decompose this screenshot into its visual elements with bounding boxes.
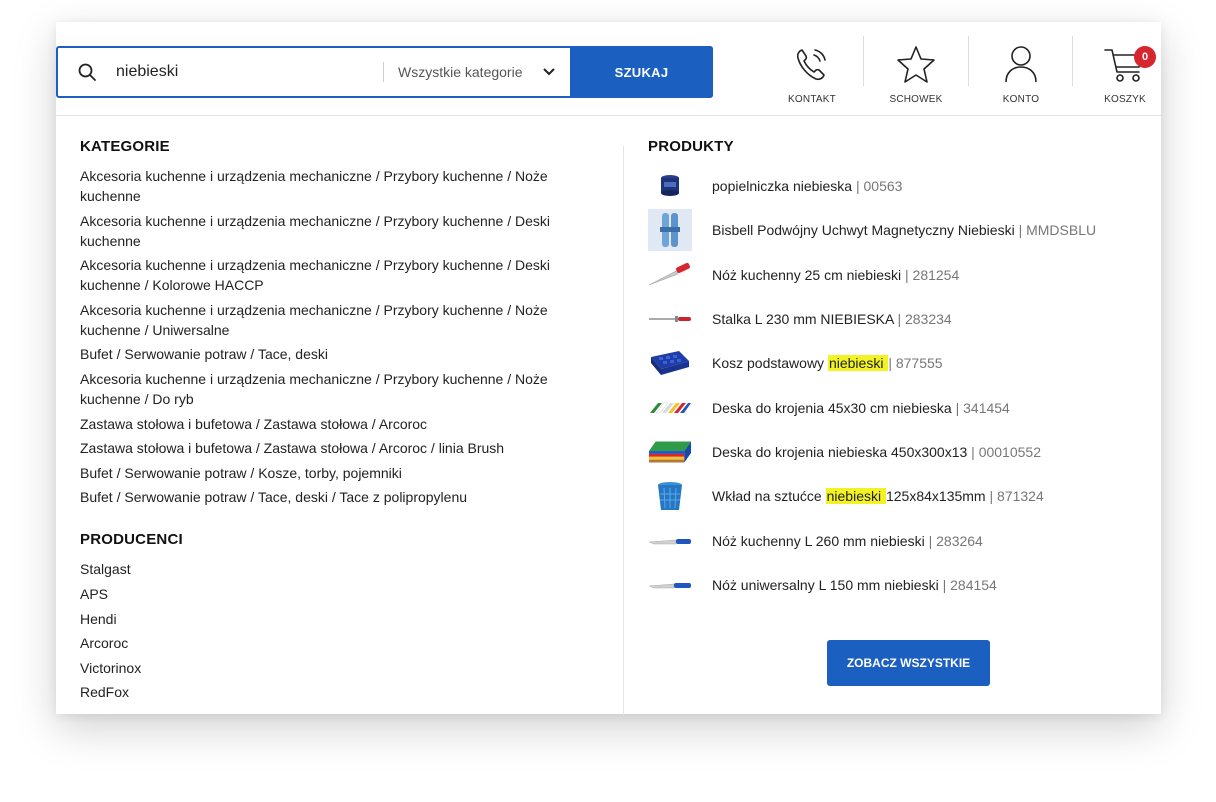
product-item[interactable]: Nóż kuchenny L 260 mm niebieski | 283264 [648, 518, 1148, 562]
category-link[interactable]: Bufet / Serwowanie potraw / Tace, deski … [80, 487, 600, 507]
search-highlight: niebieski [827, 355, 889, 372]
product-item[interactable]: Deska do krojenia niebieska 450x300x13 |… [648, 430, 1148, 474]
product-item[interactable]: Stalka L 230 mm NIEBIESKA | 283234 [648, 297, 1148, 341]
product-item[interactable]: Bisbell Podwójny Uchwyt Magnetyczny Nieb… [648, 208, 1148, 252]
cart-link[interactable]: 0 KOSZYK [1080, 36, 1170, 110]
product-name: Nóż kuchenny L 260 mm niebieski | 283264 [712, 532, 983, 549]
product-code: | 283234 [897, 311, 952, 328]
producer-link[interactable]: Arcoroc [80, 633, 600, 653]
ashtray-icon [648, 168, 692, 204]
product-name: Nóż uniwersalny L 150 mm niebieski | 284… [712, 576, 997, 593]
account-label: KONTO [1002, 94, 1040, 105]
category-link[interactable]: Akcesoria kuchenne i urządzenia mechanic… [80, 369, 600, 409]
product-item[interactable]: Nóż uniwersalny L 150 mm niebieski | 284… [648, 563, 1148, 607]
cutting-board-stack-icon [648, 434, 692, 470]
category-select[interactable]: Wszystkie kategorie [384, 48, 570, 96]
category-link[interactable]: Akcesoria kuchenne i urządzenia mechanic… [80, 166, 600, 206]
cutlery-holder-icon [648, 478, 692, 514]
wishlist-link[interactable]: SCHOWEK [871, 36, 961, 110]
producer-link[interactable]: Stalgast [80, 559, 600, 579]
wishlist-label: SCHOWEK [889, 94, 943, 105]
suggestions-left-column: KATEGORIE Akcesoria kuchenne i urządzeni… [80, 138, 600, 707]
category-link[interactable]: Akcesoria kuchenne i urządzenia mechanic… [80, 300, 600, 340]
producers-heading: PRODUCENCI [80, 531, 183, 549]
producers-list: Stalgast APS Hendi Arcoroc Victorinox Re… [80, 559, 600, 702]
category-link[interactable]: Bufet / Serwowanie potraw / Tace, deski [80, 344, 600, 364]
search-highlight: niebieski [825, 488, 886, 505]
contact-link[interactable]: KONTAKT [767, 36, 857, 110]
product-code: | 00563 [855, 178, 903, 195]
search-button[interactable]: SZUKAJ [570, 46, 713, 98]
header-divider [968, 36, 969, 86]
categories-heading: KATEGORIE [80, 138, 170, 155]
producer-link[interactable]: RedFox [80, 682, 600, 702]
product-code: | MMDSBLU [1018, 222, 1097, 239]
cutting-boards-icon [648, 390, 692, 426]
category-link[interactable]: Bufet / Serwowanie potraw / Kosze, torby… [80, 463, 600, 483]
product-name: Deska do krojenia 45x30 cm niebieska | 3… [712, 399, 1010, 416]
product-item[interactable]: Wkład na sztućce niebieski 125x84x135mm … [648, 474, 1148, 518]
product-code: | 00010552 [971, 443, 1041, 460]
category-link[interactable]: Zastawa stołowa i bufetowa / Zastawa sto… [80, 414, 600, 434]
product-name: Kosz podstawowy niebieski | 877555 [712, 355, 943, 372]
product-item[interactable]: Nóż kuchenny 25 cm niebieski | 281254 [648, 253, 1148, 297]
category-link[interactable]: Zastawa stołowa i bufetowa / Zastawa sto… [80, 438, 600, 458]
knife-icon [648, 523, 692, 559]
page-frame: Wszystkie kategorie SZUKAJ KONTAKT SCHOW… [56, 22, 1161, 715]
product-name: Nóż kuchenny 25 cm niebieski | 281254 [712, 266, 960, 283]
category-select-label: Wszystkie kategorie [398, 64, 523, 80]
knife-icon [648, 257, 692, 293]
product-name: Stalka L 230 mm NIEBIESKA | 283234 [712, 311, 952, 328]
phone-icon [767, 36, 857, 84]
header-divider [1072, 36, 1073, 86]
product-name: Wkład na sztućce niebieski 125x84x135mm … [712, 488, 1044, 505]
product-code: | 283264 [928, 532, 983, 549]
knife-icon [648, 567, 692, 603]
product-item[interactable]: Deska do krojenia 45x30 cm niebieska | 3… [648, 385, 1148, 429]
product-code: | 871324 [989, 488, 1044, 505]
suggestions-right-column: PRODUKTY popielniczka niebieska | 00563 … [648, 138, 1148, 686]
product-code: | 284154 [942, 576, 997, 593]
products-heading: PRODUKTY [648, 138, 734, 155]
search-input[interactable] [116, 54, 383, 90]
category-link[interactable]: Akcesoria kuchenne i urządzenia mechanic… [80, 211, 600, 251]
product-name: Bisbell Podwójny Uchwyt Magnetyczny Nieb… [712, 222, 1097, 239]
cart-label: KOSZYK [1104, 94, 1146, 105]
product-item[interactable]: Kosz podstawowy niebieski | 877555 [648, 341, 1148, 385]
search-bar: Wszystkie kategorie SZUKAJ [56, 46, 713, 98]
see-all-button[interactable]: ZOBACZ WSZYSTKIE [827, 640, 990, 686]
account-link[interactable]: KONTO [976, 36, 1066, 110]
search-suggestions-dropdown: KATEGORIE Akcesoria kuchenne i urządzeni… [56, 115, 1161, 715]
star-icon [871, 36, 961, 84]
sharpening-steel-icon [648, 301, 692, 337]
categories-list: Akcesoria kuchenne i urządzenia mechanic… [80, 166, 600, 507]
search-icon[interactable] [58, 48, 116, 96]
cart-count-badge: 0 [1134, 46, 1156, 68]
basket-icon [648, 345, 692, 381]
producer-link[interactable]: Hendi [80, 609, 600, 629]
producer-link[interactable]: APS [80, 584, 600, 604]
product-code: | 877555 [888, 355, 943, 372]
producer-link[interactable]: Victorinox [80, 658, 600, 678]
chevron-down-icon [542, 64, 556, 80]
contact-label: KONTAKT [788, 94, 836, 105]
product-code: | 341454 [955, 399, 1010, 416]
product-item[interactable]: popielniczka niebieska | 00563 [648, 164, 1148, 208]
user-icon [976, 36, 1066, 84]
column-divider [623, 146, 624, 715]
category-link[interactable]: Akcesoria kuchenne i urządzenia mechanic… [80, 255, 600, 295]
header-divider [863, 36, 864, 86]
product-code: | 281254 [905, 266, 960, 283]
cart-icon [1080, 36, 1170, 84]
product-name: Deska do krojenia niebieska 450x300x13 |… [712, 443, 1041, 460]
product-name: popielniczka niebieska | 00563 [712, 178, 903, 195]
products-list: popielniczka niebieska | 00563 Bisbell P… [648, 164, 1148, 607]
magnetic-holder-icon [648, 209, 692, 252]
